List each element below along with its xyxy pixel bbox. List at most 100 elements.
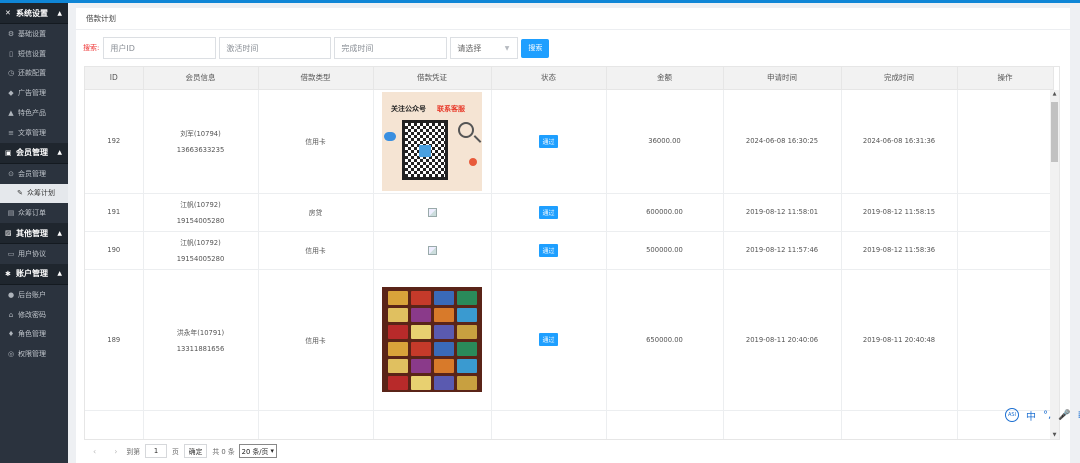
chat-bubble-icon (469, 157, 477, 166)
cell-amount: 600000.00 (606, 193, 724, 232)
bell-icon: ▲ (8, 109, 14, 118)
search-button[interactable]: 搜索 (521, 38, 550, 58)
prev-page-icon[interactable]: ‹ (93, 447, 96, 456)
ime-toolbar: ASI 中 °, 🎤 ⁞⁞ (1005, 407, 1080, 423)
cell-amount: 650000.00 (606, 269, 724, 411)
sidebar-item[interactable]: ⊙ 会员管理 (0, 164, 68, 184)
cell-voucher (373, 410, 492, 439)
sidebar: ✕ 系统设置 ▲ ⚙ 基础设置 ▯ 短信设置 ◷ 还款配置 ◆ 广告管理 ▲ 特色产品 ≡ 文章管理 ▣ 会员管… (0, 3, 68, 463)
table-row: 190 江帆(10792) 19154005280 信用卡 通过 500000.00 201… (85, 231, 1054, 270)
sidebar-section-label: 其他管理 (16, 228, 48, 238)
member-phone: 13311881656 (176, 344, 225, 353)
ime-punct-icon[interactable]: °, (1043, 410, 1051, 421)
scroll-down-icon[interactable]: ▼ (1050, 431, 1059, 439)
goto-confirm-button[interactable]: 确定 (183, 444, 208, 458)
cell-actions (957, 269, 1054, 411)
repay-icon: ◷ (7, 69, 15, 78)
sidebar-item-label: 修改密码 (18, 310, 46, 319)
tools-icon: ✕ (5, 9, 11, 17)
sidebar-item[interactable]: ▭ 用户协议 (0, 244, 68, 264)
cell-type: 信用卡 (258, 269, 374, 411)
table-row: 191 江帆(10792) 19154005280 房贷 通过 600000.00 2019… (85, 193, 1054, 232)
ad-icon: ◆ (8, 89, 14, 98)
scrollbar-thumb[interactable] (1051, 102, 1058, 162)
account-icon: ✱ (5, 269, 11, 278)
user-id-input[interactable]: 用户ID (103, 37, 217, 59)
cell-actions (957, 231, 1054, 270)
loan-table: ID 会员信息 借款类型 借款凭证 状态 金额 申请时间 完成时间 操作 192 刘军(10794… (84, 66, 1060, 440)
scroll-up-icon[interactable]: ▲ (1050, 90, 1059, 99)
table-cell (723, 410, 842, 439)
cell-member: 江帆(10792) 19154005280 (143, 231, 259, 270)
sidebar-item[interactable]: ◆ 广告管理 (0, 83, 68, 103)
page-size-select[interactable]: 20 条/页 ▾ (238, 444, 277, 458)
cell-done-time: 2019-08-12 11:58:36 (841, 231, 958, 270)
edit-icon: ✎ (17, 189, 23, 198)
total-count: 共 0 条 (212, 448, 235, 456)
broken-image-icon (427, 207, 437, 217)
cell-voucher: 关注公众号 联系客服 (373, 89, 492, 194)
sidebar-item[interactable]: ◎ 权限管理 (0, 344, 68, 364)
gear-icon: ⚙ (7, 29, 15, 38)
sidebar-item[interactable]: ≡ 文章管理 (0, 123, 68, 143)
member-name: 江帆(10792) (180, 239, 221, 247)
sidebar-item[interactable]: ▲ 特色产品 (0, 103, 68, 123)
member-name: 江帆(10792) (180, 201, 221, 209)
voucher-image[interactable] (382, 287, 482, 392)
voucher-image[interactable]: 关注公众号 联系客服 (382, 91, 482, 191)
table-scrollbar[interactable]: ▲ ▼ (1050, 90, 1059, 439)
sidebar-item[interactable]: ▯ 短信设置 (0, 44, 68, 64)
sidebar-item[interactable]: ◷ 还款配置 (0, 64, 68, 84)
sidebar-item[interactable]: ⌂ 修改密码 (0, 305, 68, 325)
order-icon: ▤ (7, 209, 15, 218)
cell-id: 189 (85, 269, 144, 411)
chevron-up-icon: ▲ (57, 9, 62, 17)
sidebar-item-label: 基础设置 (18, 29, 46, 38)
sidebar-item-label: 用户协议 (18, 250, 46, 259)
ime-mic-icon[interactable]: 🎤 (1058, 410, 1070, 421)
sidebar-section[interactable]: ▣ 会员管理 ▲ (0, 142, 68, 164)
status-badge: 通过 (539, 333, 558, 346)
page-unit-label: 页 (172, 448, 179, 456)
cell-member: 江帆(10792) 19154005280 (143, 193, 259, 232)
complete-time-input[interactable]: 完成时间 (334, 37, 448, 59)
cell-voucher (373, 193, 492, 232)
next-page-icon[interactable]: › (114, 447, 117, 456)
cell-id: 191 (85, 193, 144, 232)
sidebar-item-label: 后台账户 (18, 290, 46, 299)
sidebar-item[interactable]: ✎ 众筹计划 (0, 183, 68, 204)
sidebar-item-label: 众筹计划 (27, 189, 55, 198)
sidebar-item[interactable]: ▤ 众筹订单 (0, 203, 68, 223)
qr-caption-left: 关注公众号 (391, 104, 426, 113)
sidebar-item-label: 众筹订单 (18, 209, 46, 218)
activate-time-input[interactable]: 激活时间 (219, 37, 332, 59)
ime-lang-toggle[interactable]: 中 (1026, 408, 1036, 423)
status-select-value: 请选择 (457, 43, 482, 53)
cell-member: 刘军(10794) 13663633235 (143, 89, 259, 194)
cell-apply-time: 2024-06-08 16:30:25 (723, 89, 842, 194)
sidebar-section[interactable]: ✱ 账户管理 ▲ (0, 263, 68, 285)
column-header: ID (85, 67, 144, 90)
column-header: 借款类型 (258, 67, 374, 90)
table-row (85, 410, 1054, 439)
status-select[interactable]: 请选择 ▼ (450, 37, 519, 59)
pagination: ‹ › 到第 1 页 确定 共 0 条 20 条/页 ▾ (84, 443, 277, 459)
sidebar-section[interactable]: ▨ 其他管理 ▲ (0, 223, 68, 245)
sidebar-item[interactable]: ♦ 角色管理 (0, 325, 68, 345)
other-icon: ▨ (5, 229, 12, 238)
sidebar-section[interactable]: ✕ 系统设置 ▲ (0, 3, 68, 24)
cell-apply-time: 2019-08-12 11:57:46 (723, 231, 842, 270)
cell-member: 洪永年(10791) 13311881656 (143, 269, 259, 411)
table-cell (491, 410, 607, 439)
cell-type: 信用卡 (258, 231, 374, 270)
ime-logo-icon[interactable]: ASI (1005, 408, 1019, 422)
chevron-down-icon: ▼ (504, 44, 510, 52)
sidebar-item[interactable]: ⚙ 基础设置 (0, 24, 68, 44)
column-header: 操作 (957, 67, 1054, 90)
table-row: 189 洪永年(10791) 13311881656 信用卡 通过 650000.00 20… (85, 269, 1054, 411)
status-badge: 通过 (539, 205, 558, 219)
table-cell (258, 410, 374, 439)
sidebar-item[interactable]: ● 后台账户 (0, 285, 68, 305)
cell-status: 通过 (491, 89, 607, 194)
page-number-input[interactable]: 1 (145, 444, 167, 458)
